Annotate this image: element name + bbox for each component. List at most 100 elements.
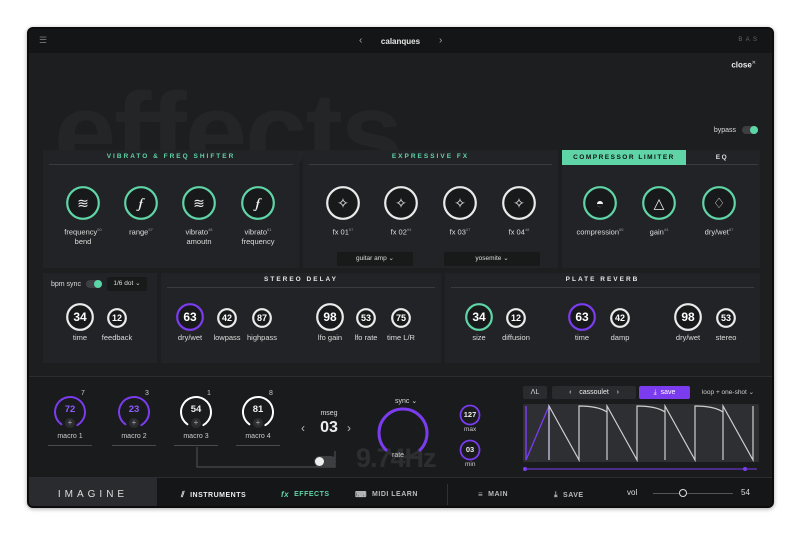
plugin-window: ☰ ‹ calanques › B A S effects close✕ byp… bbox=[27, 27, 774, 508]
save-button[interactable]: ⤓ SAVE bbox=[554, 490, 584, 500]
knob-label-text: highpass bbox=[246, 333, 278, 342]
compressor-3-icon: ♢ bbox=[712, 195, 726, 211]
max-knob[interactable]: 127 bbox=[459, 404, 481, 426]
volume-label: vol bbox=[627, 488, 638, 497]
lfo-shape-select[interactable]: ᐱL bbox=[523, 386, 547, 399]
mseg-prev-button[interactable]: ‹ bbox=[301, 421, 305, 435]
tab-eq[interactable]: EQ bbox=[686, 150, 758, 165]
vibrato-knob-1[interactable]: ≋ bbox=[65, 185, 101, 221]
stereo-delay-knob-5[interactable]: 53 bbox=[355, 307, 377, 329]
expressive-dropdown-1[interactable]: guitar amp ⌄ bbox=[337, 252, 413, 266]
knob-label: fx 0448 bbox=[491, 225, 547, 237]
preset-name[interactable]: calanques bbox=[29, 37, 772, 46]
mseg-next-button[interactable]: › bbox=[347, 421, 351, 435]
fx-icon: fx bbox=[281, 490, 290, 499]
next-preset-button[interactable]: › bbox=[439, 35, 442, 46]
volume-slider-thumb[interactable] bbox=[679, 489, 687, 497]
knob-label-text: vibrato bbox=[244, 227, 268, 237]
midi-learn-label: MIDI LEARN bbox=[372, 491, 418, 498]
plus-icon[interactable]: + bbox=[253, 418, 263, 428]
max-knob-value: 127 bbox=[463, 410, 477, 419]
plate-reverb-knob-4[interactable]: 42 bbox=[609, 307, 631, 329]
compressor-knob-3[interactable]: ♢ bbox=[701, 185, 737, 221]
stereo-delay-title-divider bbox=[167, 287, 435, 288]
effects-tab[interactable]: fx EFFECTS bbox=[281, 490, 330, 499]
fx-knob-3[interactable]: ✧ bbox=[442, 185, 478, 221]
plus-icon[interactable]: + bbox=[65, 418, 75, 428]
stereo-delay-knob-2[interactable]: 42 bbox=[216, 307, 238, 329]
tab-compressor-limiter[interactable]: COMPRESSOR LIMITER bbox=[562, 150, 686, 165]
stereo-delay-knob-3[interactable]: 87 bbox=[251, 307, 273, 329]
compressor-knob-2[interactable]: △ bbox=[641, 185, 677, 221]
loop-mode-dropdown[interactable]: loop + one-shot ⌄ bbox=[696, 386, 760, 399]
lfo-range-bar[interactable] bbox=[523, 466, 759, 472]
knob-label-text: lfo rate bbox=[354, 333, 378, 342]
vibrato-knob-4[interactable]: 𝆑 bbox=[240, 185, 276, 221]
knob-label: damp bbox=[597, 333, 643, 342]
bpm-division-dropdown[interactable]: 1/6 dot ⌄ bbox=[106, 277, 147, 291]
lfo-shape-icon: ᐱL bbox=[530, 389, 540, 396]
chevron-left-icon[interactable]: ‹ bbox=[569, 389, 571, 396]
knob-label: highpass bbox=[239, 333, 285, 342]
fx-knob-1[interactable]: ✧ bbox=[325, 185, 361, 221]
min-knob[interactable]: 03 bbox=[459, 439, 481, 461]
plate-reverb-title: PLATE REVERB bbox=[565, 276, 640, 283]
midi-learn-tab[interactable]: ⌨ MIDI LEARN bbox=[355, 490, 418, 499]
expressive-dropdown-2[interactable]: yosemite ⌄ bbox=[444, 252, 540, 266]
plate-reverb-knob-2[interactable]: 12 bbox=[505, 307, 527, 329]
macro-label[interactable]: macro 3 bbox=[174, 433, 218, 440]
plus-icon[interactable]: + bbox=[191, 418, 201, 428]
knob-label-sup: 07 bbox=[465, 227, 471, 232]
stereo-delay-knob-6[interactable]: 75 bbox=[390, 307, 412, 329]
macro-underline bbox=[174, 445, 218, 446]
imagine-logo: IMAGINE bbox=[57, 489, 129, 500]
plate-reverb-knob-3[interactable]: 63 bbox=[567, 302, 597, 332]
vibrato-3-icon: ≋ bbox=[193, 195, 205, 211]
macro-knob-2[interactable]: 23 + bbox=[117, 395, 151, 429]
knob-label-text: time L/R bbox=[387, 333, 415, 342]
fx-knob-4[interactable]: ✧ bbox=[501, 185, 537, 221]
instruments-tab[interactable]: ⫽ INSTRUMENTS bbox=[181, 490, 246, 500]
knob-label-text: lowpass bbox=[213, 333, 241, 342]
macro-value: 72 bbox=[64, 404, 76, 415]
macro-knob-4[interactable]: 81 + bbox=[241, 395, 275, 429]
knob-label: stereo bbox=[703, 333, 749, 342]
stereo-delay-knob-1[interactable]: 63 bbox=[175, 302, 205, 332]
main-button[interactable]: ≡ MAIN bbox=[478, 490, 508, 499]
fx-2-icon: ✧ bbox=[395, 195, 407, 211]
plate-reverb-knob-5[interactable]: 98 bbox=[673, 302, 703, 332]
stereo-delay-knob-4[interactable]: 98 bbox=[315, 302, 345, 332]
macro-knob-1[interactable]: 72 + bbox=[53, 395, 87, 429]
delay-time-knob[interactable]: 34 bbox=[65, 302, 95, 332]
vibrato-knob-2[interactable]: 𝆑 bbox=[123, 185, 159, 221]
macro-label[interactable]: macro 1 bbox=[48, 433, 92, 440]
fx-knob-2[interactable]: ✧ bbox=[383, 185, 419, 221]
lfo-preset-selector[interactable]: ‹ cassoulet › bbox=[552, 386, 636, 399]
chevron-right-icon[interactable]: › bbox=[617, 389, 619, 396]
close-label: close bbox=[731, 60, 752, 70]
bypass-toggle[interactable] bbox=[742, 126, 758, 134]
vibrato-knob-3[interactable]: ≋ bbox=[181, 185, 217, 221]
macro-label[interactable]: macro 2 bbox=[112, 433, 156, 440]
lfo-waveform-display[interactable] bbox=[523, 404, 759, 462]
macro-knob-3[interactable]: 54 + bbox=[179, 395, 213, 429]
bpm-sync-toggle[interactable] bbox=[85, 280, 102, 288]
macro-count: 8 bbox=[269, 390, 273, 397]
knob-label: time L/R bbox=[378, 333, 424, 342]
mseg-toggle[interactable] bbox=[314, 456, 336, 467]
compressor-knob-1[interactable]: ◓ bbox=[582, 185, 618, 221]
volume-value: 54 bbox=[741, 488, 750, 497]
sync-dropdown[interactable]: sync ⌄ bbox=[395, 397, 417, 405]
plate-reverb-knob-6[interactable]: 53 bbox=[715, 307, 737, 329]
dropdown-value: guitar amp bbox=[356, 255, 387, 262]
volume-slider-track[interactable] bbox=[653, 493, 733, 494]
chevron-down-icon: ⌄ bbox=[748, 389, 755, 396]
lfo-save-button[interactable]: ⤓ save bbox=[639, 386, 690, 399]
delay-feedback-knob[interactable]: 12 bbox=[106, 307, 128, 329]
compressor-tabs: COMPRESSOR LIMITER EQ bbox=[562, 150, 758, 165]
close-button[interactable]: close✕ bbox=[731, 60, 756, 70]
plus-icon[interactable]: + bbox=[129, 418, 139, 428]
plate-reverb-knob-1[interactable]: 34 bbox=[464, 302, 494, 332]
macro-count: 1 bbox=[207, 390, 211, 397]
macro-label[interactable]: macro 4 bbox=[236, 433, 280, 440]
